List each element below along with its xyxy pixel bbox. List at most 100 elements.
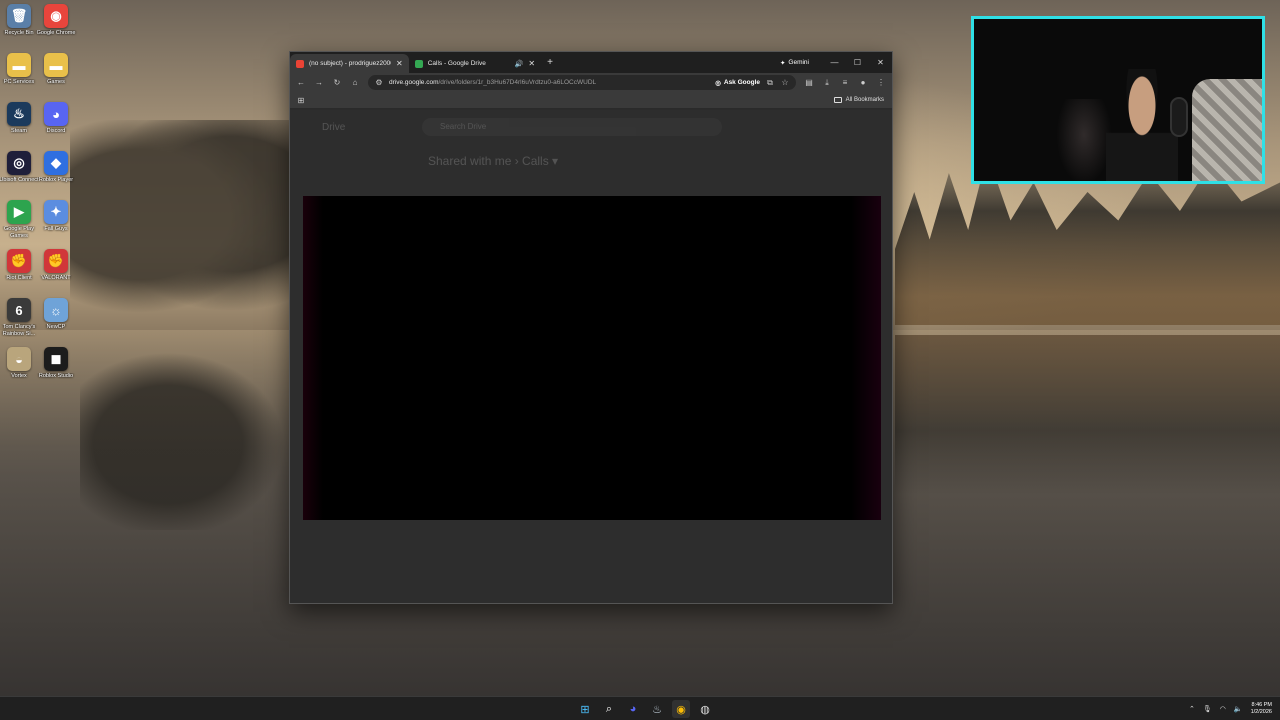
app-icon: ▶ bbox=[7, 200, 31, 224]
taskbar-obs-icon[interactable]: ◍ bbox=[696, 700, 714, 718]
desktop-icon-label: Google Chrome bbox=[36, 30, 76, 36]
audio-playing-icon[interactable]: 🔊 bbox=[515, 60, 524, 68]
desktop-icon-label: Roblox Studio bbox=[38, 373, 74, 379]
desktop-icon-label: NewCP bbox=[46, 324, 66, 330]
reload-icon[interactable]: ↻ bbox=[332, 78, 342, 87]
url-host: drive.google.com bbox=[389, 79, 439, 86]
new-tab-button[interactable]: + bbox=[547, 57, 553, 68]
all-bookmarks-label: All Bookmarks bbox=[845, 97, 884, 103]
desktop-icon-newcp[interactable]: ☼ NewCP bbox=[37, 298, 75, 346]
desktop-icon-vortex[interactable]: ◒ Vortex bbox=[0, 347, 38, 395]
webcam-chair bbox=[1192, 79, 1262, 181]
address-bar[interactable]: ⚙ drive.google.com/drive/folders/1r_b3Hu… bbox=[368, 75, 796, 90]
taskbar-chrome-icon[interactable]: ◉ bbox=[672, 700, 690, 718]
headset-icon bbox=[1170, 97, 1188, 137]
taskbar-apps: ⊞ ⌕ ◕ ♨ ◉ ◍ bbox=[576, 700, 714, 718]
folder-icon bbox=[833, 97, 842, 103]
app-icon: ✦ bbox=[44, 200, 68, 224]
profile-avatar-icon[interactable]: ● bbox=[858, 78, 868, 87]
system-tray: ⌃ 🎙 ◠ 🔈 8:46 PM 1/2/2026 bbox=[1189, 697, 1272, 720]
desktop-icon-label: VALORANT bbox=[41, 275, 71, 281]
video-player[interactable] bbox=[303, 196, 881, 520]
extensions-icon[interactable]: ≡ bbox=[840, 78, 850, 87]
app-icon: ✊ bbox=[44, 249, 68, 273]
bookmark-star-icon[interactable]: ☆ bbox=[780, 78, 790, 87]
chrome-window: (no subject) - prodriguez2000 ✕ Calls - … bbox=[289, 51, 893, 604]
wallpaper-shore-reflection bbox=[895, 335, 1280, 495]
tray-chevron-icon[interactable]: ⌃ bbox=[1189, 705, 1195, 713]
download-icon[interactable]: ⤓ bbox=[822, 78, 832, 88]
all-bookmarks-button[interactable]: All Bookmarks bbox=[833, 97, 884, 103]
desktop-icon-roblox-studio[interactable]: ◼ Roblox Studio bbox=[37, 347, 75, 395]
desktop-icon-games[interactable]: ▬ Games bbox=[37, 53, 75, 101]
app-icon: 6 bbox=[7, 298, 31, 322]
side-panel-icon[interactable]: ▤ bbox=[804, 78, 814, 87]
close-tab-icon[interactable]: ✕ bbox=[528, 59, 535, 68]
url-text[interactable]: drive.google.com/drive/folders/1r_b3Hu67… bbox=[389, 79, 710, 86]
site-info-icon[interactable]: ⚙ bbox=[374, 78, 384, 87]
maximize-button[interactable]: ☐ bbox=[846, 52, 869, 73]
app-icon: ✊ bbox=[7, 249, 31, 273]
taskbar-steam-icon[interactable]: ♨ bbox=[648, 700, 666, 718]
desktop-icon-riot-client[interactable]: ✊ Riot Client bbox=[0, 249, 38, 297]
drive-header-dimmed: Drive Search Drive Shared with me › Call… bbox=[290, 110, 892, 200]
apps-grid-icon[interactable]: ⊞ bbox=[296, 96, 306, 105]
kebab-menu-icon[interactable]: ⋮ bbox=[876, 78, 886, 87]
minimize-button[interactable]: — bbox=[823, 52, 846, 73]
microphone-icon[interactable]: 🎙 bbox=[1203, 705, 1212, 713]
drive-favicon-icon bbox=[414, 59, 423, 68]
desktop-icon-roblox-player[interactable]: ◆ Roblox Player bbox=[37, 151, 75, 199]
desktop-icon-discord[interactable]: ◕ Discord bbox=[37, 102, 75, 150]
webcam-streamer bbox=[1106, 69, 1178, 181]
app-icon: ▬ bbox=[44, 53, 68, 77]
desktop-icon-tom-clancy-s-rainbow-si[interactable]: 6 Tom Clancy's Rainbow Si... bbox=[0, 298, 38, 346]
webcam-overlay bbox=[971, 16, 1265, 184]
open-in-app-icon[interactable]: ⧉ bbox=[765, 78, 775, 88]
desktop: 🗑 Recycle Bin ◉ Google Chrome ▬ PC Services ▬ G… bbox=[0, 0, 1280, 720]
taskbar-start-icon[interactable]: ⊞ bbox=[576, 700, 594, 718]
app-icon: ◉ bbox=[44, 4, 68, 28]
desktop-icon-fall-guys[interactable]: ✦ Fall Guys bbox=[37, 200, 75, 248]
desktop-icon-valorant[interactable]: ✊ VALORANT bbox=[37, 249, 75, 297]
app-icon: ◒ bbox=[7, 347, 31, 371]
desktop-icon-google-chrome[interactable]: ◉ Google Chrome bbox=[37, 4, 75, 52]
drive-page: Drive Search Drive Shared with me › Call… bbox=[290, 110, 892, 603]
clock-date: 1/2/2026 bbox=[1250, 709, 1272, 715]
wallpaper-trees-left bbox=[70, 120, 300, 330]
taskbar-discord-icon[interactable]: ◕ bbox=[624, 700, 642, 718]
app-icon: ◕ bbox=[44, 102, 68, 126]
gemini-sparkle-icon: ✦ bbox=[779, 59, 786, 67]
gemini-label: Gemini bbox=[788, 59, 809, 66]
desktop-icon-google-play-games[interactable]: ▶ Google Play Games bbox=[0, 200, 38, 248]
clock-time: 8:46 PM bbox=[1251, 702, 1272, 708]
desktop-icon-recycle-bin[interactable]: 🗑 Recycle Bin bbox=[0, 4, 38, 52]
wallpaper-trees-reflection bbox=[80, 340, 300, 530]
close-window-button[interactable]: ✕ bbox=[869, 52, 892, 73]
tab-google-drive[interactable]: Calls - Google Drive 🔊 ✕ bbox=[409, 54, 541, 73]
clock[interactable]: 8:46 PM 1/2/2026 bbox=[1251, 702, 1272, 716]
app-icon: ☼ bbox=[44, 298, 68, 322]
desktop-icon-label: Fall Guys bbox=[44, 226, 68, 232]
taskbar-search-icon[interactable]: ⌕ bbox=[600, 700, 618, 718]
tab-title: Calls - Google Drive bbox=[427, 60, 486, 67]
tab-title: (no subject) - prodriguez2000 bbox=[309, 60, 391, 67]
home-icon[interactable]: ⌂ bbox=[350, 78, 360, 87]
app-icon: 🗑 bbox=[7, 4, 31, 28]
desktop-icon-ubisoft-connect[interactable]: ◎ Ubisoft Connect bbox=[0, 151, 39, 199]
desktop-icon-steam[interactable]: ♨ Steam bbox=[0, 102, 38, 150]
back-arrow-icon[interactable]: ← bbox=[296, 78, 306, 87]
gemini-button[interactable]: ✦ Gemini bbox=[780, 59, 809, 67]
ask-google-button[interactable]: ◎ Ask Google bbox=[715, 79, 760, 87]
drive-search-input: Search Drive bbox=[422, 118, 722, 136]
browser-toolbar: ← → ↻ ⌂ ⚙ drive.google.com/drive/folders… bbox=[290, 73, 892, 92]
close-tab-icon[interactable]: ✕ bbox=[396, 59, 403, 68]
tab-strip: (no subject) - prodriguez2000 ✕ Calls - … bbox=[290, 52, 892, 73]
tab-gmail[interactable]: (no subject) - prodriguez2000 ✕ bbox=[290, 54, 409, 73]
forward-arrow-icon[interactable]: → bbox=[314, 78, 324, 87]
app-icon: ◎ bbox=[7, 151, 31, 175]
desktop-icon-pc-services[interactable]: ▬ PC Services bbox=[0, 53, 38, 101]
wifi-icon[interactable]: ◠ bbox=[1220, 705, 1226, 713]
volume-icon[interactable]: 🔈 bbox=[1234, 705, 1243, 713]
webcam-background-figure bbox=[1054, 99, 1114, 181]
url-path: /drive/folders/1r_b3Hu67D4rl6uVrdtzu0-a6… bbox=[438, 79, 597, 86]
